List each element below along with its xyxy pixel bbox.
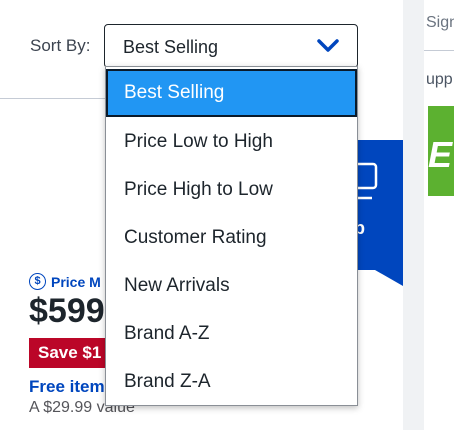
sort-option-brand-z-a[interactable]: Brand Z-A [106,358,357,406]
sort-selected-value: Best Selling [123,37,219,57]
right-panel-card: Sign upp E [424,0,454,430]
section-divider [0,98,105,99]
promo-green-text: E [428,134,453,175]
right-divider [424,50,454,51]
free-item-link[interactable]: Free item [29,377,105,397]
support-text: upp [426,71,453,88]
sort-by-label: Sort By: [30,36,91,55]
sort-option-new-arrivals[interactable]: New Arrivals [106,262,357,310]
sort-option-customer-rating[interactable]: Customer Rating [106,214,357,262]
sort-option-brand-a-z[interactable]: Brand A-Z [106,310,357,358]
sort-option-price-low-high[interactable]: Price Low to High [106,118,357,166]
sort-options-list: Best Selling Price Low to High Price Hig… [105,66,358,406]
promo-green-banner[interactable]: E [428,106,454,196]
product-price: $599 [29,292,105,330]
sort-option-best-selling[interactable]: Best Selling [106,69,357,117]
chevron-down-icon [317,39,339,52]
price-match-icon: $ [29,273,46,290]
price-match-link[interactable]: Price M [51,274,101,290]
save-badge-text: Save $1 [38,343,102,362]
sign-in-text[interactable]: Sign [426,14,454,32]
sort-by-select[interactable]: Best Selling [104,24,358,68]
sort-option-price-high-low[interactable]: Price High to Low [106,166,357,214]
